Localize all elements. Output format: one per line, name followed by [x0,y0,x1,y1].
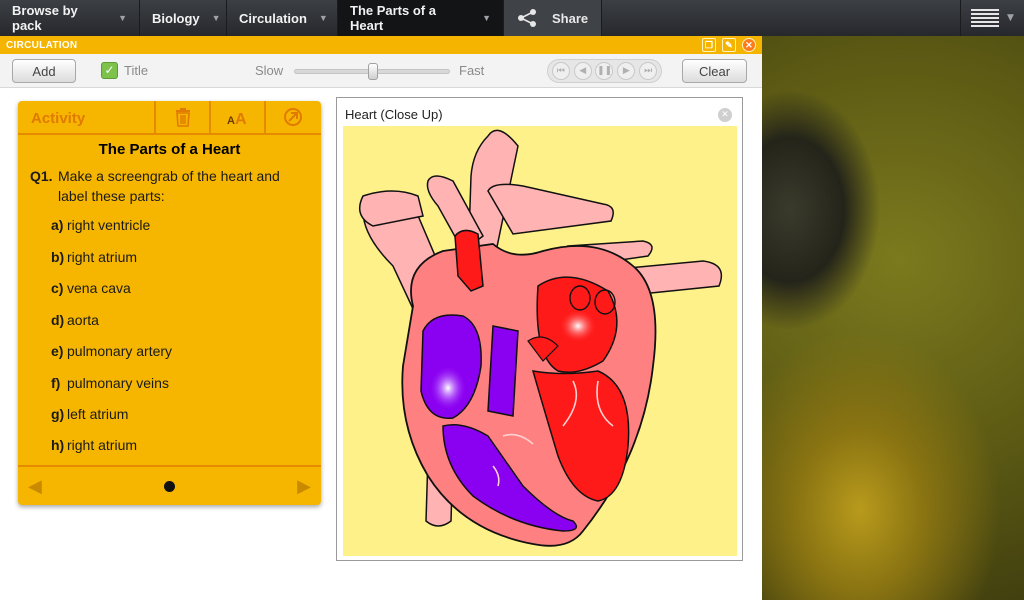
part-letter: a) [51,217,64,233]
heart-illustration-area[interactable] [343,126,737,556]
heart-viewer: Heart (Close Up) ✕ [336,97,743,561]
nav-label: Browse by pack [12,3,78,33]
skip-to-end-icon[interactable]: ⏭ [639,62,658,80]
hamburger-icon [971,9,1000,27]
part-text: right ventricle [67,217,151,233]
part-item: f) pulmonary veins [51,375,169,391]
part-letter: b) [51,249,65,265]
text-size-button[interactable]: A A [209,101,264,133]
part-text: aorta [67,312,99,328]
clear-button[interactable]: Clear [682,59,747,83]
activity-footer: ◀ ▶ [18,465,321,505]
title-checkbox-label: Title [124,63,149,78]
nav-the-parts-of-a-heart[interactable]: The Parts of a Heart ▼ [338,0,504,36]
part-item: e) pulmonary artery [51,343,172,359]
question-number: Q1. [30,168,53,184]
reset-button[interactable] [264,101,319,133]
add-label: Add [32,63,56,79]
nav-label: Biology [152,10,200,26]
part-letter: e) [51,343,64,359]
nav-biology[interactable]: Biology ▼ [140,0,227,36]
heart-diagram-image [358,129,723,547]
clear-label: Clear [698,63,731,79]
main-menu-button[interactable]: ▼ [960,0,1024,36]
part-text: left atrium [67,406,129,422]
activity-heading: The Parts of a Heart [98,141,241,158]
trash-icon [175,108,190,127]
speed-slider-thumb[interactable] [368,63,378,80]
activity-card: Activity A A The Parts of a Heart Q1. Ma… [18,101,321,505]
activity-header-label: Activity [31,110,86,127]
nav-label: Circulation [239,10,307,26]
part-text: vena cava [67,280,131,296]
part-item: g) left atrium [51,406,128,422]
part-text: right atrium [67,437,138,453]
step-back-icon[interactable]: ◀ [573,62,592,80]
text-size-icon: A A [227,111,247,126]
edit-icon[interactable]: ✎ [722,38,736,52]
svg-text:A: A [227,115,235,126]
delete-button[interactable] [154,101,209,133]
toolbar: Add ✓ Title Slow Fast ⏮ ◀ ❚❚ ▶ ⏭ Clear [0,54,762,88]
nav-circulation[interactable]: Circulation ▼ [227,0,338,36]
chevron-down-icon: ▼ [118,13,127,23]
part-item: a) right ventricle [51,217,150,233]
page-indicator-dot[interactable] [164,480,175,492]
activity-header: Activity A A [18,101,321,135]
part-text: pulmonary veins [67,375,169,391]
checkmark-icon: ✓ [104,63,115,77]
part-letter: d) [51,312,65,328]
share-icon [518,9,536,27]
question-text: Make a screengrab of the heart and label… [58,168,280,204]
chevron-down-icon: ▼ [318,13,328,23]
restore-icon[interactable]: ❐ [702,38,716,52]
part-text: right atrium [67,249,138,265]
skip-to-start-icon[interactable]: ⏮ [551,62,570,80]
step-forward-icon[interactable]: ▶ [617,62,636,80]
title-checkbox[interactable]: ✓ [101,62,118,79]
close-icon[interactable]: ✕ [718,108,732,122]
chevron-down-icon: ▼ [482,13,491,23]
next-page-icon[interactable]: ▶ [297,476,311,497]
pause-icon[interactable]: ❚❚ [595,62,614,80]
part-text: pulmonary artery [67,343,173,359]
close-icon[interactable]: ✕ [742,38,756,52]
part-item: b) right atrium [51,249,137,265]
add-button[interactable]: Add [12,59,76,83]
part-letter: c) [51,280,64,296]
previous-page-icon[interactable]: ◀ [28,476,42,497]
svg-text:A: A [235,111,247,126]
question: Q1. Make a screengrab of the heart and l… [30,166,321,206]
reset-icon [283,108,302,126]
playback-controls: ⏮ ◀ ❚❚ ▶ ⏭ [547,59,662,83]
part-item: d) aorta [51,312,99,328]
part-letter: g) [51,406,65,422]
window-title: CIRCULATION [6,39,78,51]
part-letter: f) [51,375,61,391]
top-navigation: Browse by pack ▼ Biology ▼ Circulation ▼… [0,0,1024,36]
nav-browse-by-pack[interactable]: Browse by pack ▼ [0,0,140,36]
part-item: c) vena cava [51,280,131,296]
window-titlebar: CIRCULATION ❐ ✎ ✕ [0,36,762,54]
chevron-down-icon: ▼ [211,13,221,23]
nav-label: The Parts of a Heart [350,3,436,33]
viewer-title: Heart (Close Up) [345,107,443,122]
part-item: h) right atrium [51,437,137,453]
share-button[interactable]: Share [504,0,602,36]
chevron-down-icon: ▼ [1007,13,1014,23]
part-letter: h) [51,437,65,453]
slow-label: Slow [255,63,284,78]
share-label: Share [552,10,589,26]
fast-label: Fast [459,63,485,78]
